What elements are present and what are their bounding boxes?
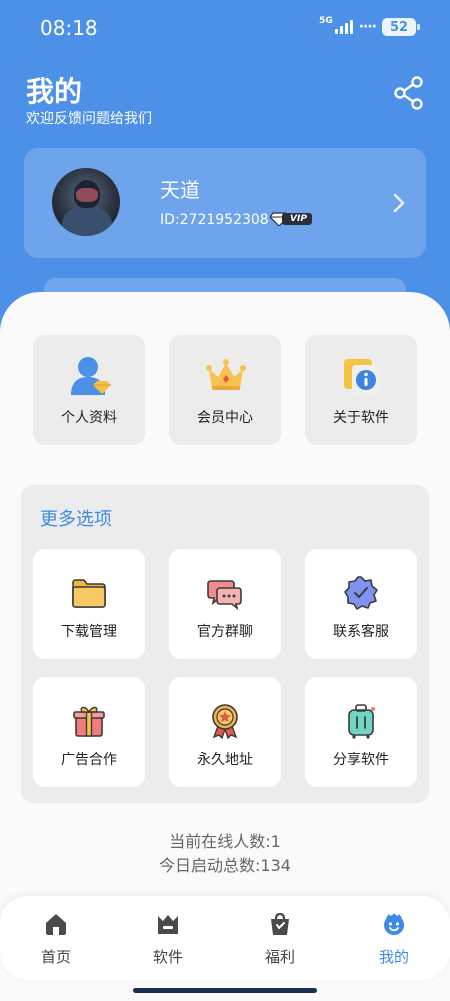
share-button[interactable]	[394, 76, 424, 110]
network-label: 5G	[319, 16, 333, 26]
bottom-nav: 首页 软件 福利 我的	[0, 896, 450, 980]
quick-action-label: 会员中心	[197, 410, 253, 426]
signal-icon	[334, 20, 353, 34]
more-options-grid: 下载管理 官方群聊 联系客服 广告合作 永久地址 分享软件	[33, 549, 417, 787]
option-label: 永久地址	[197, 752, 253, 768]
option-ad-cooperation[interactable]: 广告合作	[33, 677, 145, 787]
profile-icon	[384, 913, 404, 935]
option-permanent-address[interactable]: 永久地址	[169, 677, 281, 787]
nav-label: 软件	[152, 948, 183, 966]
quick-actions: 个人资料 会员中心 关于软件	[33, 335, 417, 445]
quick-action-about[interactable]: 关于软件	[305, 335, 417, 445]
option-label: 联系客服	[333, 624, 389, 640]
status-time: 08:18	[40, 16, 98, 40]
signal-dots-icon: ····	[358, 19, 377, 35]
more-options-title: 更多选项	[40, 509, 112, 530]
status-bar: 08:18 5G ···· 52	[0, 0, 450, 60]
option-contact-support[interactable]: 联系客服	[305, 549, 417, 659]
nav-label: 我的	[378, 948, 409, 966]
vip-badge: VIP	[270, 211, 312, 227]
launch-count: 今日启动总数:134	[159, 856, 291, 875]
option-label: 分享软件	[333, 752, 389, 768]
option-official-group[interactable]: 官方群聊	[169, 549, 281, 659]
home-indicator[interactable]	[133, 988, 317, 993]
verified-badge-icon	[344, 576, 378, 610]
chevron-right-icon	[393, 193, 405, 213]
main-panel: 个人资料 会员中心 关于软件 更多选项 下载管理 官方群聊 联系客服 广告合作 …	[0, 292, 450, 1001]
home-icon	[46, 914, 66, 935]
person-icon	[71, 357, 111, 395]
nav-label: 首页	[40, 948, 71, 966]
more-options-panel: 更多选项 下载管理 官方群聊 联系客服 广告合作 永久地址 分享软件	[21, 485, 429, 803]
nav-label: 福利	[264, 948, 295, 966]
luggage-icon	[348, 704, 375, 739]
page-subtitle: 欢迎反馈问题给我们	[26, 111, 152, 127]
gift-icon	[73, 706, 105, 737]
vip-badge-label: VIP	[282, 213, 312, 225]
page-title: 我的	[26, 75, 83, 108]
profile-card[interactable]: 天道 ID:2721952308 VIP	[24, 148, 426, 258]
quick-action-profile[interactable]: 个人资料	[33, 335, 145, 445]
share-icon	[394, 76, 423, 110]
nav-mine[interactable]: 我的	[338, 896, 450, 980]
option-label: 下载管理	[61, 624, 117, 640]
software-icon	[158, 915, 178, 934]
battery-icon: 52	[382, 18, 420, 36]
medal-icon	[212, 704, 238, 739]
nav-software[interactable]: 软件	[112, 896, 224, 980]
status-icons: 5G ···· 52	[319, 16, 420, 36]
bag-icon	[271, 912, 289, 935]
folder-icon	[72, 579, 106, 608]
user-name: 天道	[160, 178, 200, 202]
option-label: 官方群聊	[197, 624, 253, 640]
option-label: 广告合作	[61, 752, 117, 768]
info-icon	[344, 359, 380, 395]
quick-action-label: 关于软件	[333, 410, 389, 426]
crown-icon	[206, 359, 246, 390]
nav-home[interactable]: 首页	[0, 896, 112, 980]
option-share-app[interactable]: 分享软件	[305, 677, 417, 787]
nav-welfare[interactable]: 福利	[224, 896, 336, 980]
chat-icon	[207, 580, 242, 611]
option-download-manager[interactable]: 下载管理	[33, 549, 145, 659]
avatar[interactable]	[52, 168, 120, 236]
online-count: 当前在线人数:1	[169, 832, 281, 851]
quick-action-label: 个人资料	[61, 410, 117, 426]
quick-action-membership[interactable]: 会员中心	[169, 335, 281, 445]
user-id: ID:2721952308	[160, 212, 269, 228]
